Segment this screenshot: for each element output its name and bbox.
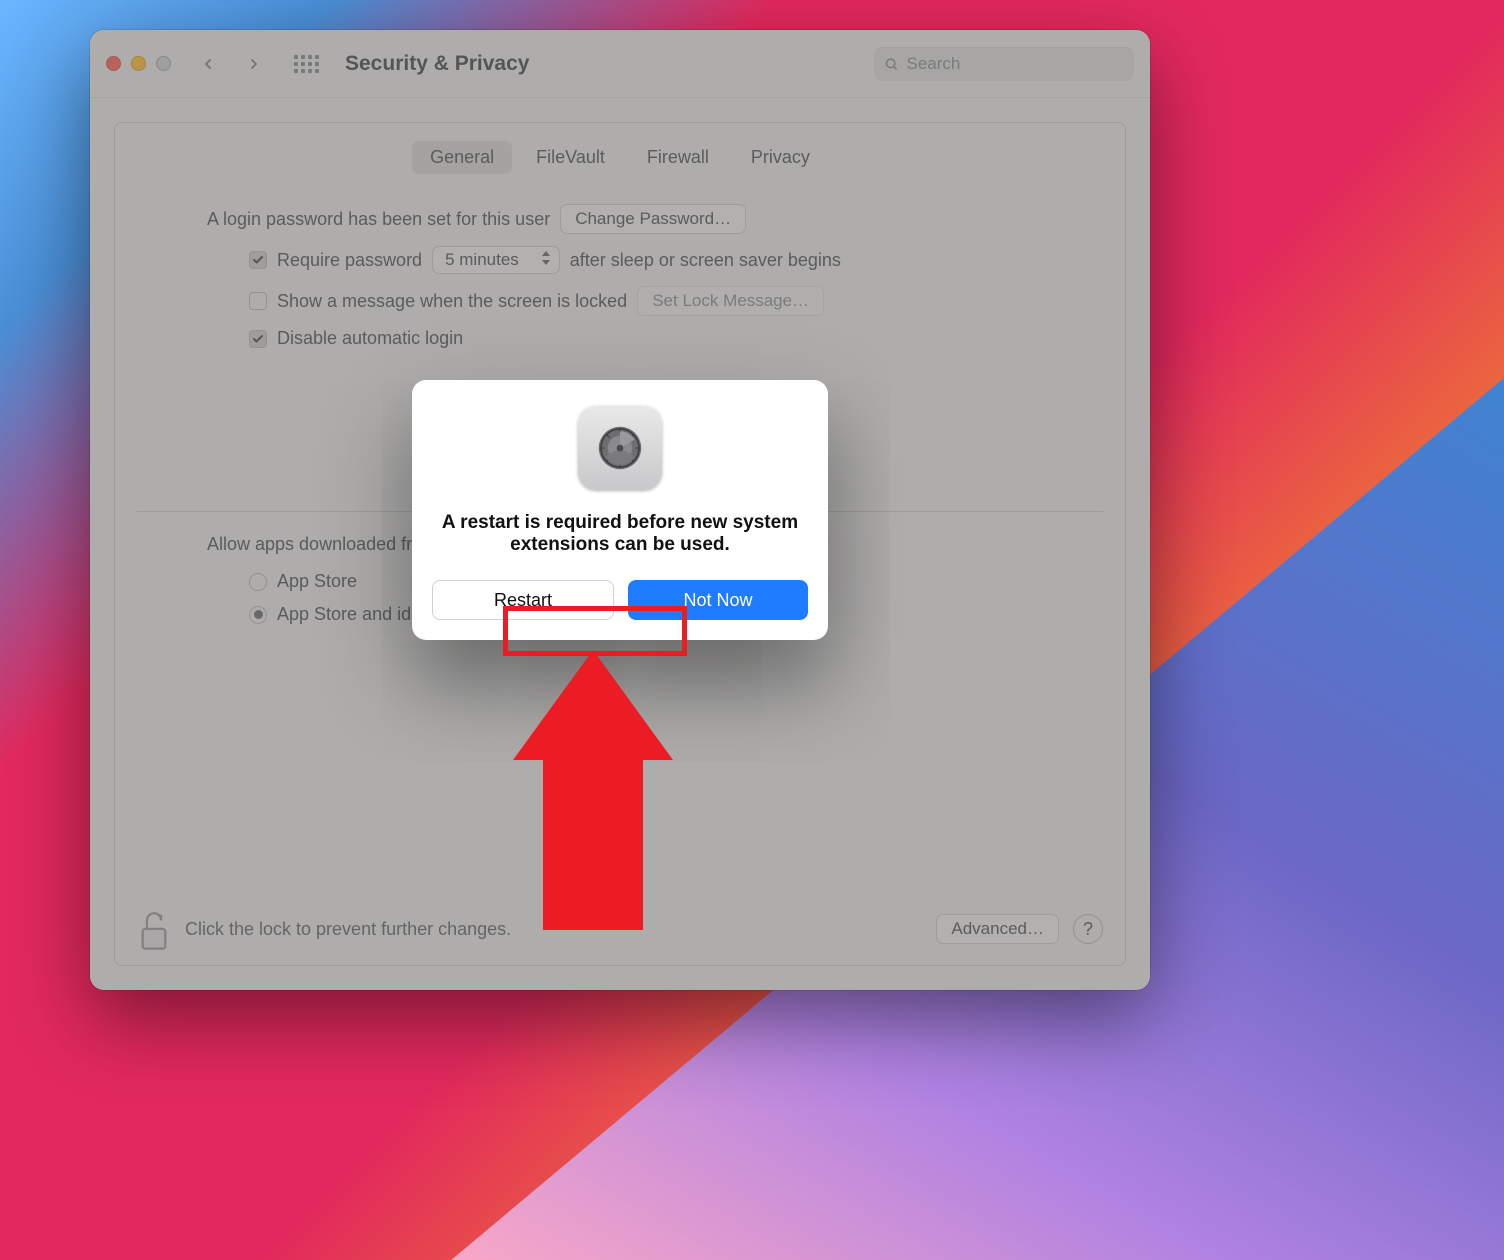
restart-button[interactable]: Restart [432, 580, 614, 620]
dialog-message: A restart is required before new system … [432, 512, 808, 556]
change-password-button[interactable]: Change Password… [560, 204, 746, 234]
show-lock-message-checkbox[interactable] [249, 292, 267, 310]
search-icon [884, 56, 899, 72]
allow-app-store-radio[interactable] [249, 573, 267, 591]
checkmark-icon [252, 333, 264, 345]
show-lock-message-label: Show a message when the screen is locked [277, 291, 627, 312]
disable-auto-login-checkbox[interactable] [249, 330, 267, 348]
tab-bar: General FileVault Firewall Privacy [137, 141, 1103, 174]
tab-filevault[interactable]: FileVault [518, 141, 623, 174]
allow-apps-label: Allow apps downloaded from: [207, 534, 442, 555]
forward-button[interactable] [237, 47, 271, 81]
tab-privacy[interactable]: Privacy [733, 141, 828, 174]
window-controls [106, 56, 179, 71]
search-input[interactable] [907, 54, 1125, 74]
allow-identified-devs-radio[interactable] [249, 606, 267, 624]
advanced-button[interactable]: Advanced… [936, 914, 1059, 944]
not-now-button[interactable]: Not Now [628, 580, 808, 620]
require-password-checkbox[interactable] [249, 251, 267, 269]
checkmark-icon [252, 254, 264, 266]
close-window-button[interactable] [106, 56, 121, 71]
window-toolbar: Security & Privacy [90, 30, 1150, 98]
search-field[interactable] [874, 47, 1134, 81]
chevron-right-icon [246, 56, 262, 72]
minimize-window-button[interactable] [131, 56, 146, 71]
lock-icon[interactable] [137, 909, 171, 949]
require-password-label-pre: Require password [277, 250, 422, 271]
zoom-window-button[interactable] [156, 56, 171, 71]
restart-dialog: A restart is required before new system … [412, 380, 828, 640]
disable-auto-login-label: Disable automatic login [277, 328, 463, 349]
system-preferences-icon [578, 406, 662, 490]
select-updown-icon [541, 250, 551, 270]
require-password-delay-value: 5 minutes [445, 250, 519, 270]
chevron-left-icon [200, 56, 216, 72]
help-button[interactable]: ? [1073, 914, 1103, 944]
require-password-label-post: after sleep or screen saver begins [570, 250, 841, 271]
login-password-label: A login password has been set for this u… [207, 209, 550, 230]
require-password-delay-select[interactable]: 5 minutes [432, 246, 560, 274]
set-lock-message-button[interactable]: Set Lock Message… [637, 286, 824, 316]
back-button[interactable] [191, 47, 225, 81]
show-all-prefs-button[interactable] [289, 47, 323, 81]
allow-app-store-label: App Store [277, 571, 357, 592]
tab-firewall[interactable]: Firewall [629, 141, 727, 174]
window-title: Security & Privacy [345, 52, 529, 76]
preferences-window: Security & Privacy General FileVault Fir… [90, 30, 1150, 990]
lock-hint-label: Click the lock to prevent further change… [185, 919, 922, 940]
tab-general[interactable]: General [412, 141, 512, 174]
